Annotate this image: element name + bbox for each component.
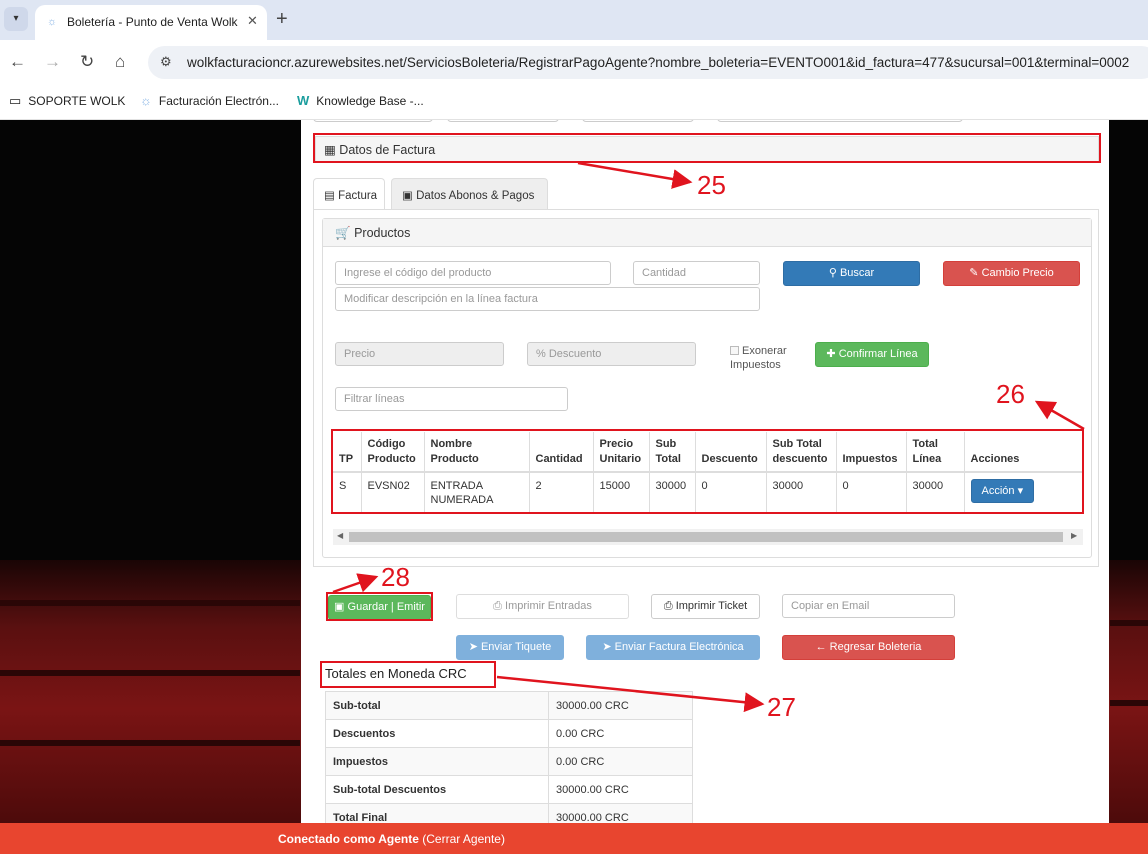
site-info-icon[interactable]: ⚙ <box>160 54 172 70</box>
horizontal-scrollbar[interactable]: ◀ ▶ <box>333 529 1083 545</box>
arrow-left-icon: ← <box>815 641 827 653</box>
table-row: Sub-total Descuentos 30000.00 CRC <box>325 775 693 804</box>
quantity-input[interactable]: Cantidad <box>633 261 760 285</box>
connected-as-agent-text: Conectado como Agente <box>278 832 419 846</box>
send-icon: ➤ <box>602 641 612 653</box>
cart-icon: 🛒 <box>335 226 351 240</box>
back-to-boleteria-button[interactable]: ← Regresar Boleteria <box>782 635 955 660</box>
annotation-number-25: 25 <box>697 170 726 200</box>
filter-lines-input[interactable]: Filtrar líneas <box>335 387 568 411</box>
w-logo-icon: W <box>297 93 310 108</box>
file-icon: ▤ <box>324 190 335 202</box>
tab-factura[interactable]: ▤ Factura <box>313 178 385 210</box>
bookmark-knowledge-base[interactable]: W Knowledge Base -... <box>297 93 424 108</box>
annotation-box-save-button <box>326 592 433 621</box>
search-icon: ⚲ <box>828 267 837 279</box>
bookmark-facturacion[interactable]: ☼ Facturación Electrón... <box>140 93 279 108</box>
favicon-icon: ☼ <box>140 93 152 108</box>
print-icon: ⎙ <box>493 600 502 612</box>
price-input[interactable]: Precio <box>335 342 504 366</box>
new-tab-icon[interactable]: + <box>276 8 288 30</box>
bookmark-soporte[interactable]: ▭ SOPORTE WOLK <box>9 93 125 109</box>
bookmarks-bar: ▭ SOPORTE WOLK ☼ Facturación Electrón... W… <box>0 85 1148 120</box>
tab-search-icon[interactable]: ▾ <box>4 7 28 31</box>
money-icon: ▣ <box>402 190 413 202</box>
exonerate-taxes-checkbox[interactable]: Exonerar Impuestos <box>730 344 800 372</box>
change-price-button[interactable]: ✎ Cambio Precio <box>943 261 1080 286</box>
url-input[interactable]: ⚙ wolkfacturacioncr.azurewebsites.net/Se… <box>148 46 1148 79</box>
favicon-icon: ☼ <box>47 16 58 28</box>
totals-table: Sub-total 30000.00 CRC Descuentos 0.00 CRC… <box>325 691 693 823</box>
table-row: Sub-total 30000.00 CRC <box>325 691 693 720</box>
close-agent-link[interactable]: (Cerrar Agente) <box>422 832 505 846</box>
table-row: Descuentos 0.00 CRC <box>325 719 693 748</box>
annotation-box-totals <box>320 661 496 688</box>
agent-footer: Conectado como Agente (Cerrar Agente) <box>0 823 1148 854</box>
edit-icon: ✎ <box>969 267 979 279</box>
search-button[interactable]: ⚲ Buscar <box>783 261 920 286</box>
reload-icon[interactable]: ↻ <box>80 52 94 72</box>
discount-input[interactable]: % Descuento <box>527 342 696 366</box>
table-row: Impuestos 0.00 CRC <box>325 747 693 776</box>
line-description-input[interactable]: Modificar descripción en la línea factur… <box>335 287 760 311</box>
tab-abonos-pagos[interactable]: ▣ Datos Abonos & Pagos <box>391 178 548 210</box>
send-ticket-button[interactable]: ➤ Enviar Tiquete <box>456 635 564 660</box>
table-row: Total Final 30000.00 CRC <box>325 803 693 823</box>
print-entries-button[interactable]: ⎙ Imprimir Entradas <box>456 594 629 619</box>
plus-icon: ✚ <box>826 348 836 360</box>
folder-icon: ▭ <box>9 93 22 108</box>
scrollbar-thumb[interactable] <box>349 532 1063 542</box>
home-icon[interactable]: ⌂ <box>115 52 125 72</box>
forward-icon[interactable]: → <box>44 52 61 72</box>
print-ticket-button[interactable]: ⎙ Imprimir Ticket <box>651 594 760 619</box>
confirm-line-button[interactable]: ✚ Confirmar Línea <box>815 342 929 367</box>
email-copy-input[interactable]: Copiar en Email <box>782 594 955 618</box>
browser-tab[interactable]: ☼ Boletería - Punto de Venta Wolk ✕ <box>35 5 267 40</box>
send-invoice-button[interactable]: ➤ Enviar Factura Electrónica <box>586 635 760 660</box>
address-bar: ← → ↻ ⌂ ⚙ wolkfacturacioncr.azurewebsite… <box>0 40 1148 85</box>
product-code-input[interactable]: Ingrese el código del producto <box>335 261 611 285</box>
send-icon: ➤ <box>468 641 478 653</box>
back-icon[interactable]: ← <box>9 52 26 72</box>
checkbox-box[interactable] <box>730 346 739 355</box>
annotation-box-products-table <box>331 429 1084 514</box>
annotation-number-28: 28 <box>381 562 410 592</box>
close-icon[interactable]: ✕ <box>247 13 258 29</box>
scroll-right-icon[interactable]: ▶ <box>1071 531 1077 540</box>
url-text: wolkfacturacioncr.azurewebsites.net/Serv… <box>187 55 1130 70</box>
tab-title: Boletería - Punto de Venta Wolk <box>67 15 238 29</box>
annotation-box-datos-factura <box>313 133 1101 163</box>
productos-header: 🛒 Productos <box>323 219 1091 247</box>
scroll-left-icon[interactable]: ◀ <box>337 531 343 540</box>
annotation-number-27: 27 <box>767 692 796 722</box>
annotation-number-26: 26 <box>996 379 1025 409</box>
print-icon: ⎙ <box>663 600 673 612</box>
browser-tab-bar: ▾ ☼ Boletería - Punto de Venta Wolk ✕ + <box>0 0 1148 40</box>
